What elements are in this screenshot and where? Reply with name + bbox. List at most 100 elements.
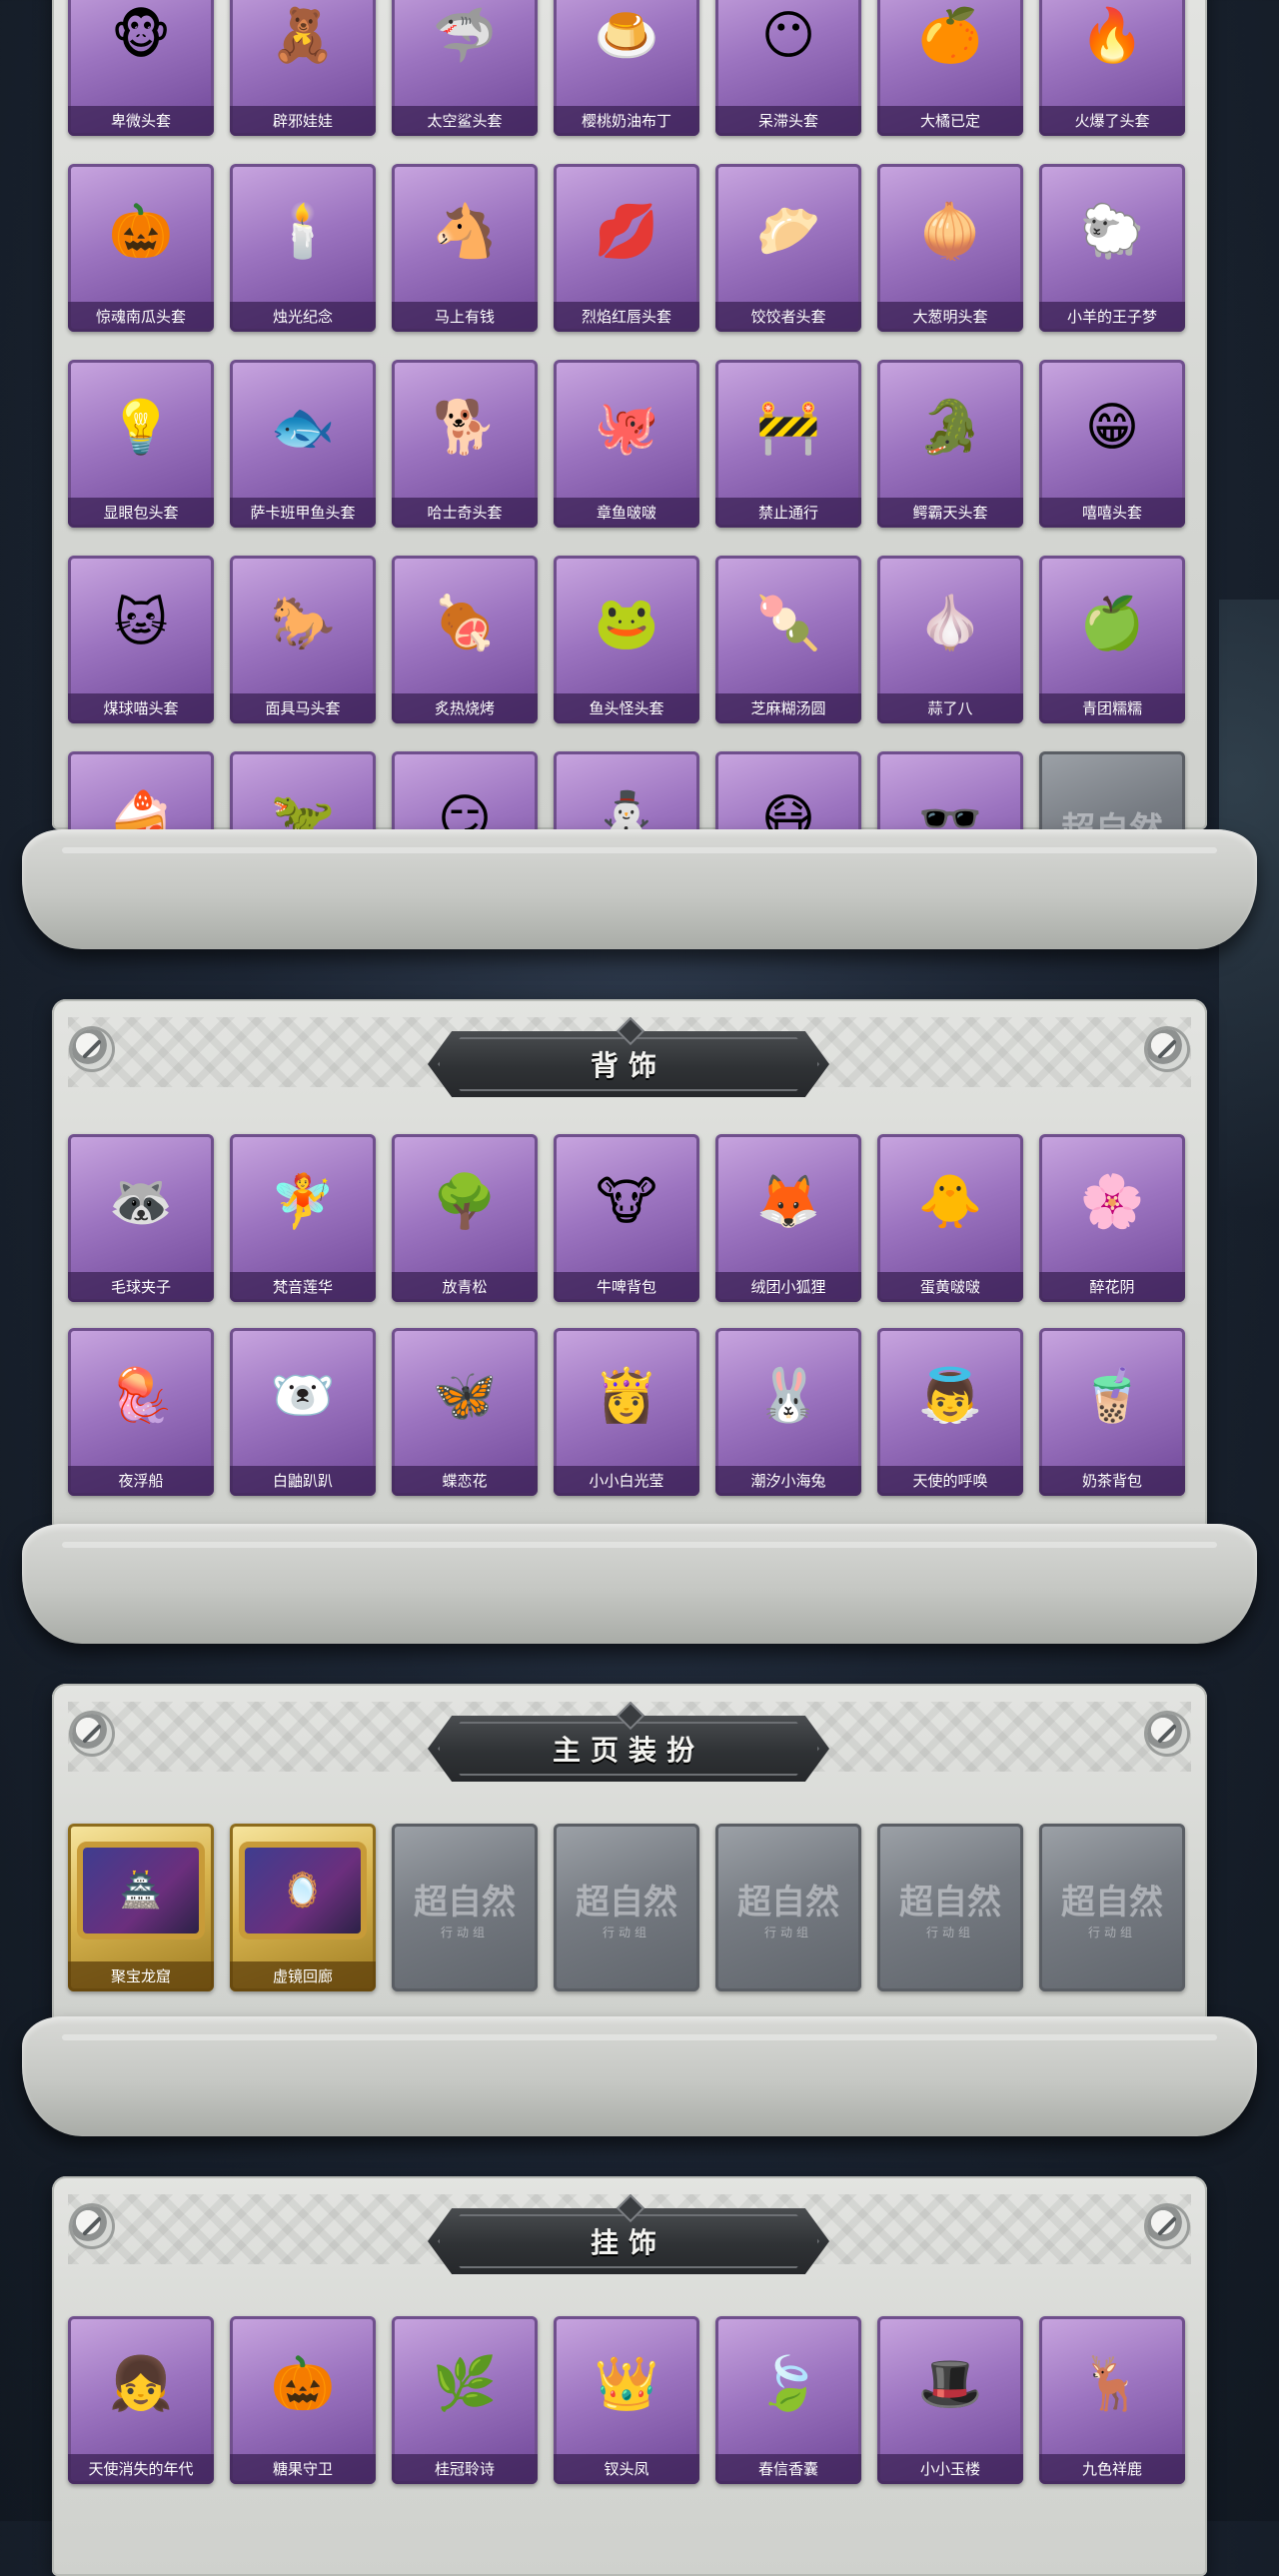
item-card[interactable]: 🧚 梵音莲华	[230, 1134, 376, 1302]
item-card[interactable]: 👑 钗头凤	[554, 2316, 699, 2484]
headwear-grid: 🐵 卑微头套 🧸 辟邪娃娃 🦈 太空鲨头套 🍮 樱桃奶油布丁 😶 呆滞头套 🍊 大橘已定 🔥 火爆了头套 🎃…	[68, 0, 1197, 919]
item-card[interactable]: 🧄 蒜了八	[877, 556, 1023, 723]
corner-ornament-icon	[1147, 1029, 1187, 1069]
item-art-icon: 🐻‍❄️	[270, 1366, 336, 1426]
item-card[interactable]: 🐱 煤球喵头套	[68, 556, 214, 723]
item-label: 饺饺者头套	[715, 302, 861, 332]
item-label: 呆滞头套	[715, 106, 861, 136]
section-banner: 挂饰	[428, 2193, 829, 2274]
item-label: 放青松	[392, 1272, 538, 1302]
item-label: 显眼包头套	[68, 498, 214, 528]
item-card[interactable]: 🎩 小小玉楼	[877, 2316, 1023, 2484]
item-label: 醉花阴	[1039, 1272, 1185, 1302]
item-card[interactable]: 💡 显眼包头套	[68, 360, 214, 528]
item-label: 惊魂南瓜头套	[68, 302, 214, 332]
item-card[interactable]: 🪼 夜浮船	[68, 1328, 214, 1496]
corner-ornament-icon	[72, 1029, 112, 1069]
item-card[interactable]: 🥟 饺饺者头套	[715, 164, 861, 332]
item-label: 炙热烧烤	[392, 693, 538, 723]
item-card[interactable]: 🍊 大橘已定	[877, 0, 1023, 136]
item-label: 鱼头怪头套	[554, 693, 699, 723]
item-card[interactable]: 🐴 马上有钱	[392, 164, 538, 332]
item-card[interactable]: 🐸 鱼头怪头套	[554, 556, 699, 723]
item-card[interactable]: 🪞 虚镜回廊	[230, 1824, 376, 1991]
item-card[interactable]: 🎃 惊魂南瓜头套	[68, 164, 214, 332]
locked-item-card[interactable]: 超自然行动组	[715, 1824, 861, 1991]
item-art-icon: 🐵	[110, 6, 172, 66]
item-card[interactable]: 🍡 芝麻糊汤圆	[715, 556, 861, 723]
item-card[interactable]: 🌸 醉花阴	[1039, 1134, 1185, 1302]
locked-item-card[interactable]: 超自然行动组	[877, 1824, 1023, 1991]
item-label: 小小玉楼	[877, 2454, 1023, 2484]
item-card[interactable]: 🐻‍❄️ 白鼬趴趴	[230, 1328, 376, 1496]
item-card[interactable]: 🐊 鳄霸天头套	[877, 360, 1023, 528]
item-card[interactable]: 🐟 萨卡班甲鱼头套	[230, 360, 376, 528]
item-card[interactable]: 🍏 青团糯糯	[1039, 556, 1185, 723]
item-card[interactable]: 🐮 牛啤背包	[554, 1134, 699, 1302]
item-card[interactable]: 🐎 面具马头套	[230, 556, 376, 723]
item-card[interactable]: 🐥 蛋黄啵啵	[877, 1134, 1023, 1302]
item-art-icon: 🧚	[270, 1172, 336, 1232]
item-card[interactable]: 🐰 潮汐小海兔	[715, 1328, 861, 1496]
item-card[interactable]: 👼 天使的呼唤	[877, 1328, 1023, 1496]
section-title: 主页装扮	[552, 1734, 704, 1767]
item-card[interactable]: 🧅 大葱明头套	[877, 164, 1023, 332]
locked-item-card[interactable]: 超自然行动组	[1039, 1824, 1185, 1991]
item-art-icon: 👸	[594, 1366, 659, 1426]
item-art-icon: 🪼	[108, 1366, 174, 1426]
item-card[interactable]: 🚧 禁止通行	[715, 360, 861, 528]
item-art-icon: 🦝	[108, 1172, 174, 1232]
item-label: 钗头凤	[554, 2454, 699, 2484]
item-art-icon: 😁	[1084, 398, 1140, 458]
item-card[interactable]: 🍃 春信香囊	[715, 2316, 861, 2484]
item-art-icon: 🥟	[755, 202, 821, 262]
item-art-icon: 🌿	[432, 2354, 498, 2414]
item-label: 小羊的王子梦	[1039, 302, 1185, 332]
item-card[interactable]: 🧋 奶茶背包	[1039, 1328, 1185, 1496]
item-card[interactable]: 👧 天使消失的年代	[68, 2316, 214, 2484]
item-label: 牛啤背包	[554, 1272, 699, 1302]
item-art-icon: 🚧	[755, 398, 821, 458]
item-card[interactable]: 🦝 毛球夹子	[68, 1134, 214, 1302]
item-card[interactable]: 🦊 绒团小狐狸	[715, 1134, 861, 1302]
item-card[interactable]: 🐕 哈士奇头套	[392, 360, 538, 528]
game-logo-watermark: 超自然行动组	[414, 1883, 516, 1939]
item-art-icon: 🍊	[917, 6, 983, 66]
item-card[interactable]: 🧸 辟邪娃娃	[230, 0, 376, 136]
item-card[interactable]: 🌿 桂冠聆诗	[392, 2316, 538, 2484]
corner-ornament-icon	[1147, 2206, 1187, 2246]
item-card[interactable]: 🏯 聚宝龙窟	[68, 1824, 214, 1991]
item-card[interactable]: 🐙 章鱼啵啵	[554, 360, 699, 528]
item-label: 九色祥鹿	[1039, 2454, 1185, 2484]
item-card[interactable]: 👸 小小白光莹	[554, 1328, 699, 1496]
item-card[interactable]: 🎃 糖果守卫	[230, 2316, 376, 2484]
item-card[interactable]: 🐵 卑微头套	[68, 0, 214, 136]
item-label: 火爆了头套	[1039, 106, 1185, 136]
item-card[interactable]: 😶 呆滞头套	[715, 0, 861, 136]
item-card[interactable]: 💋 烈焰红唇头套	[554, 164, 699, 332]
item-label: 绒团小狐狸	[715, 1272, 861, 1302]
locked-item-card[interactable]: 超自然行动组	[554, 1824, 699, 1991]
item-label: 青团糯糯	[1039, 693, 1185, 723]
item-art-icon: 🧅	[917, 202, 983, 262]
item-art-icon: 🍮	[594, 6, 659, 66]
item-art-icon: 😶	[760, 6, 816, 66]
item-card[interactable]: 🐑 小羊的王子梦	[1039, 164, 1185, 332]
item-card[interactable]: 🌳 放青松	[392, 1134, 538, 1302]
item-art-icon: 🎩	[917, 2354, 983, 2414]
item-card[interactable]: 🔥 火爆了头套	[1039, 0, 1185, 136]
item-card[interactable]: 🦋 蝶恋花	[392, 1328, 538, 1496]
item-label: 面具马头套	[230, 693, 376, 723]
item-card[interactable]: 🕯️ 烛光纪念	[230, 164, 376, 332]
item-art-icon: 💡	[108, 398, 174, 458]
item-art-icon: 🐰	[755, 1366, 821, 1426]
locked-item-card[interactable]: 超自然行动组	[392, 1824, 538, 1991]
item-card[interactable]: 🦈 太空鲨头套	[392, 0, 538, 136]
item-card[interactable]: 🦌 九色祥鹿	[1039, 2316, 1185, 2484]
item-label: 樱桃奶油布丁	[554, 106, 699, 136]
item-card[interactable]: 🍮 樱桃奶油布丁	[554, 0, 699, 136]
item-card[interactable]: 🍖 炙热烧烤	[392, 556, 538, 723]
item-art-icon: 🎃	[108, 202, 174, 262]
item-card[interactable]: 😁 嘻嘻头套	[1039, 360, 1185, 528]
headwear-scroll-base	[22, 829, 1257, 949]
